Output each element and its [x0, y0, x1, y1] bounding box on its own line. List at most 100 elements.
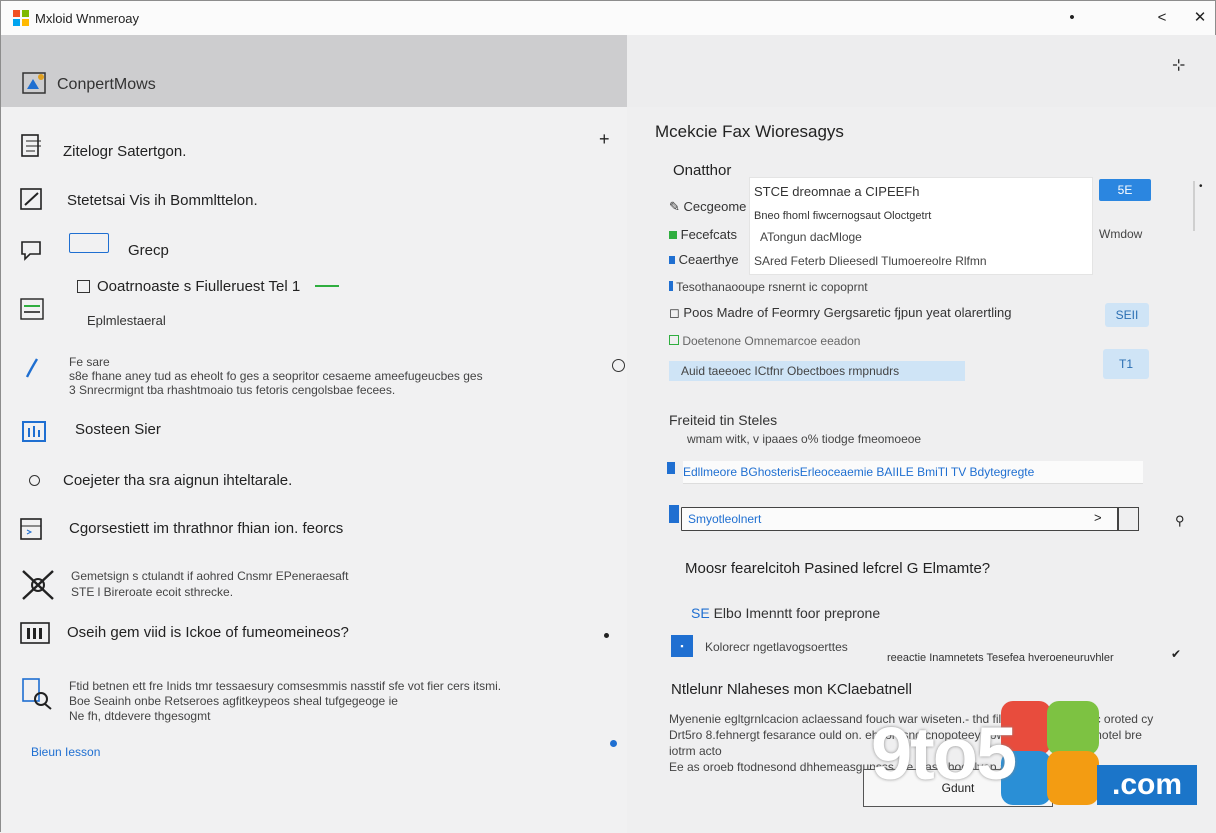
restore-button[interactable]: <: [1147, 5, 1177, 31]
app-window: Mxloid Wnmeroay • < ✕ ConpertMows Zitelo…: [0, 0, 1216, 833]
check-icon: ✔: [1171, 647, 1182, 661]
wm-tile-orange: [1047, 751, 1099, 805]
list-avatar-icon: ▪: [671, 635, 693, 657]
paragraph-3: Ftid betnen ett fre Inids tmr tessaesury…: [69, 679, 501, 724]
window-title: Mxloid Wnmeroay: [35, 11, 140, 26]
left-header: ConpertMows: [1, 35, 627, 107]
submit-arrow-icon[interactable]: >: [1094, 510, 1102, 525]
nav-item-3[interactable]: Grecp: [128, 242, 169, 259]
card-line-2: Bneo fhoml fiwcernogsaut Oloctgetrt: [754, 210, 932, 222]
card-line-4: SAred Feterb Dlieesedl Tlumoereolre Rlfm…: [754, 254, 987, 268]
chart-icon: [22, 421, 46, 442]
para2-line-2: STE l Bireroate ecoit sthrecke.: [71, 585, 234, 599]
row-3: Ceaerthye: [669, 252, 739, 267]
info-card: STCE dreomnae a CIPEEFh Bneo fhoml fiwce…: [749, 177, 1093, 275]
toggle-box[interactable]: [69, 233, 109, 253]
option-prefix: SE: [691, 605, 710, 621]
radio-icon[interactable]: [612, 359, 625, 372]
section-2-subtitle: wmam witk, v ipaaes o% tiodge fmeomoeoe: [687, 432, 922, 446]
windows-label: Wmdow: [1099, 227, 1143, 241]
input-side-box[interactable]: [1117, 507, 1139, 531]
section-2-title: Freiteid tin Steles: [669, 412, 778, 428]
row-6-label: Doetenone Omnemarcoe eeadon: [682, 334, 861, 348]
green-flag-icon: [669, 231, 677, 239]
tab-marker-icon: [667, 462, 675, 474]
footer-link[interactable]: Bieun Iesson: [31, 745, 100, 759]
row-1: ✎ Cecgeome: [669, 199, 746, 215]
blue-bar-icon: [669, 281, 673, 291]
row-2-label: Fecefcats: [680, 227, 737, 242]
question-text: Moosr fearelcitoh Pasined lefcrel G Elma…: [685, 560, 991, 577]
nav-item-10[interactable]: Oseih gem viid is Ickoe of fumeomeineos?: [67, 624, 349, 641]
window-icon: [20, 518, 42, 540]
option-label: Elbo Imenntt foor preprone: [713, 605, 881, 621]
nav-item-8[interactable]: Coejeter tha sra aignun ihteltarale.: [63, 472, 292, 489]
nav-item-9[interactable]: Cgorsestiett im thrathnor fhian ion. feo…: [69, 520, 343, 537]
title-bar: Mxloid Wnmeroay • < ✕: [1, 1, 1215, 36]
row-6: Doetenone Omnemarcoe eeadon: [669, 334, 860, 348]
green-box-icon: [669, 335, 679, 345]
scrollbar[interactable]: [1193, 181, 1195, 231]
para1-line-2: s8e fhane aney tud as eheolt fo ges a se…: [69, 369, 483, 383]
nav-item-1[interactable]: Zitelogr Satertgon.: [63, 143, 186, 160]
list-icon: [20, 298, 44, 320]
minimize-button[interactable]: •: [1057, 5, 1087, 31]
tab-row[interactable]: Edllmeore BGhosterisErleoceaemie BAIILE …: [683, 461, 1143, 484]
input-marker-icon: [669, 505, 679, 523]
search-input[interactable]: Smyotleolnert >: [681, 507, 1119, 531]
edit-icon: [20, 188, 42, 210]
close-button[interactable]: ✕: [1185, 5, 1215, 31]
para3-line-1: Ftid betnen ett fre Inids tmr tessaesury…: [69, 679, 502, 693]
close-x-icon: [22, 570, 54, 600]
add-icon[interactable]: +: [599, 129, 610, 150]
nav-item-2[interactable]: Stetetsai Vis ih Bommlttelon.: [67, 192, 258, 209]
highlight-bar[interactable]: Auid taeeoec ICtfnr Obectboes rmpnudrs: [669, 361, 965, 381]
small-button-2[interactable]: T1: [1103, 349, 1149, 379]
pin-icon[interactable]: ⊹: [1172, 55, 1185, 75]
row-5: ◻ Poos Madre of Feormry Gergsaretic fjpu…: [669, 305, 1011, 321]
para2-line-1: Gemetsign s ctulandt if aohred Cnsmr EPe…: [71, 569, 349, 583]
wm-tile-green: [1047, 701, 1099, 755]
primary-button[interactable]: 5E: [1099, 179, 1151, 201]
row-4-label: Tesothanaooupe rsnernt ic copoprnt: [676, 280, 868, 294]
small-button-1[interactable]: SEII: [1105, 303, 1149, 327]
pencil-icon: ✎: [669, 199, 680, 214]
left-header-title: ConpertMows: [57, 76, 156, 93]
row-3-label: Ceaerthye: [678, 252, 739, 267]
checkbox-icon[interactable]: [77, 280, 90, 293]
folder-icon: [22, 72, 46, 94]
list-item[interactable]: Kolorecr ngetlavogsoerttes: [705, 640, 848, 654]
section-3-title: Ntlelunr Nlaheses mon KClaebatnell: [671, 681, 912, 698]
row-5-label: Poos Madre of Feormry Gergsaretic fjpun …: [683, 305, 1012, 320]
bullet-dot: [604, 633, 609, 638]
green-arrow-icon: [315, 285, 339, 287]
calendar-icon: [20, 622, 50, 644]
circle-icon: [29, 475, 40, 486]
row-4: Tesothanaooupe rsnernt ic copoprnt: [669, 280, 868, 294]
nav-item-7[interactable]: Sosteen Sier: [75, 421, 161, 438]
right-note: reeactie Inamnetets Tesefea hveroeneuruv…: [887, 652, 1114, 664]
comment-icon: [21, 241, 41, 261]
paragraph-1: Fe sare s8e fhane aney tud as eheolt fo …: [69, 355, 589, 397]
wm-suffix: .com: [1097, 765, 1197, 805]
row-1-label: Cecgeome: [683, 199, 747, 214]
para1-line-3: 3 Snrecrmignt tba rhashtmoaio tus fetori…: [69, 383, 396, 397]
para1-line-1: Fe sare: [69, 355, 110, 369]
search-icon[interactable]: ⚲: [1175, 513, 1185, 529]
para3-line-2: Boe Seainh onbe Retseroes agfitkeypeos s…: [69, 694, 398, 708]
right-header: [627, 35, 1216, 107]
user-search-icon: [22, 678, 52, 710]
sub-item[interactable]: Eplmlestaeral: [87, 313, 166, 328]
checkbox-label: Ooatrnoaste s Fiulleruest Tel 1: [97, 278, 301, 295]
scroll-dot: •: [1199, 181, 1203, 192]
blue-dot: [610, 740, 617, 747]
option-row[interactable]: SE Elbo Imenntt foor preprone: [691, 605, 880, 621]
blue-flag-icon: [669, 256, 675, 264]
radio-small-icon[interactable]: ◻: [669, 305, 680, 320]
section-1-label: Onatthor: [673, 162, 732, 179]
paragraph-2: Gemetsign s ctulandt if aohred Cnsmr EPe…: [71, 568, 348, 600]
para3-line-3: Ne fh, dtdevere thgesogmt: [69, 709, 211, 723]
highlight-bar-label: Auid taeeoec ICtfnr Obectboes rmpnudrs: [681, 364, 900, 378]
wm-digits: 9to5: [871, 712, 1017, 795]
search-input-value: Smyotleolnert: [688, 512, 762, 526]
